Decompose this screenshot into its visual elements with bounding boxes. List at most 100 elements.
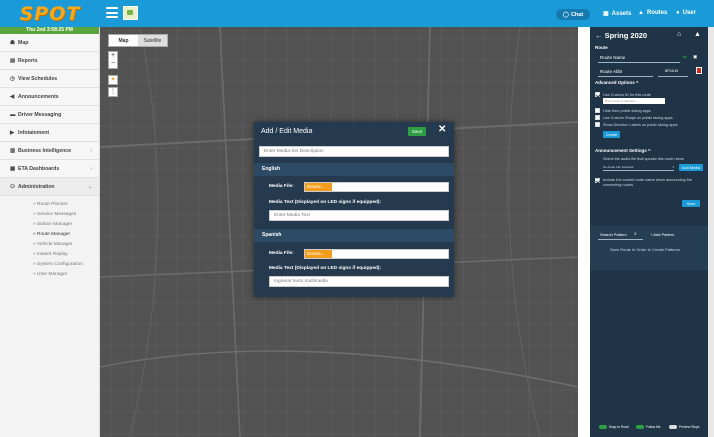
- route-color-value[interactable]: 8F2A10: [665, 69, 678, 73]
- include-route-name-label: Include the current route name when anno…: [603, 178, 692, 187]
- bus-icon: ▣: [603, 11, 609, 17]
- panel-title[interactable]: ← Spring 2020: [595, 31, 647, 40]
- sidebar-item-infotainment[interactable]: ▶ Infotainment: [0, 124, 99, 142]
- megaphone-icon: ◀: [10, 93, 15, 100]
- direction-labels-label: Show Direction Labels on public facing a…: [603, 123, 678, 127]
- english-media-file-input[interactable]: Browse...: [304, 182, 449, 192]
- traffic-layer-icon[interactable]: ✦: [108, 75, 118, 85]
- routes-link[interactable]: ▲ Routes: [638, 10, 667, 16]
- announcement-settings-heading[interactable]: Announcement Settings ^: [595, 148, 651, 153]
- preview-stops-toggle[interactable]: [669, 425, 677, 429]
- video-icon: ▶: [10, 129, 15, 136]
- nav-label: Announcements: [18, 93, 59, 100]
- map-type-tabs: Map Satellite: [108, 34, 168, 47]
- spanish-media-file-label: Media File:: [269, 251, 294, 256]
- include-route-name-checkbox[interactable]: [595, 178, 600, 183]
- spanish-media-file-input[interactable]: Browse...: [304, 249, 449, 259]
- close-icon[interactable]: ✕: [438, 124, 446, 135]
- user-icon: ●: [676, 10, 680, 16]
- route-abbr-input[interactable]: Route Abbr: [600, 69, 623, 74]
- advanced-options-heading[interactable]: Advanced Options ^: [595, 80, 639, 85]
- zoom-out-icon[interactable]: −: [109, 60, 117, 68]
- submenu-vehicle-manager[interactable]: » Vehicle Manager: [0, 240, 99, 250]
- assets-link[interactable]: ▣ Assets: [603, 10, 632, 18]
- chat-button[interactable]: ◯ Chat: [556, 9, 590, 20]
- nav-label: Map: [18, 39, 29, 46]
- route-add-icon[interactable]: ⇄: [683, 54, 687, 60]
- english-browse-button[interactable]: Browse...: [305, 183, 332, 191]
- route-color-swatch[interactable]: [696, 67, 702, 74]
- create-button[interactable]: Create: [603, 131, 620, 138]
- snap-to-road-toggle[interactable]: [599, 425, 607, 429]
- submenu-station-manager[interactable]: » Station Manager: [0, 220, 99, 230]
- sidebar-item-map[interactable]: ☗ Map: [0, 34, 99, 52]
- submenu-route-planner[interactable]: » Route Planner: [0, 200, 99, 210]
- route-name-input[interactable]: Route Name: [600, 55, 625, 60]
- route-abbr-underline: [598, 76, 653, 77]
- submenu-service-messages[interactable]: » Service Messages: [0, 210, 99, 220]
- route-heading: Route: [595, 45, 608, 50]
- tab-satellite[interactable]: Satellite: [138, 35, 167, 46]
- chevron-down-icon: ▾: [672, 165, 674, 169]
- custom-id-checkbox[interactable]: [595, 92, 600, 97]
- search-pattern-underline: [598, 239, 643, 240]
- nav-label: Reports: [18, 57, 38, 64]
- nav-label: Infotainment: [18, 129, 50, 136]
- logo-text: SPOT: [19, 2, 81, 25]
- custom-shape-checkbox[interactable]: [595, 115, 600, 120]
- direction-labels-checkbox[interactable]: [595, 122, 600, 127]
- submenu-instant-replay[interactable]: » Instant Replay: [0, 250, 99, 260]
- sidebar-item-reports[interactable]: ▤ Reports: [0, 52, 99, 70]
- panel-scrollbar[interactable]: [708, 27, 714, 437]
- media-set-description-input[interactable]: Enter Media Set Description: [259, 146, 449, 157]
- chat-label: Chat: [570, 11, 584, 18]
- route-color-underline: [658, 76, 688, 77]
- add-media-button[interactable]: Add Media: [679, 164, 703, 171]
- snap-to-road-label: Snap to Road: [609, 425, 629, 429]
- search-icon[interactable]: ⌕: [634, 231, 637, 237]
- english-media-text-input[interactable]: Enter Media Text: [269, 210, 449, 221]
- sidebar-item-eta-dashboards[interactable]: ▦ ETA Dashboards ›: [0, 160, 99, 178]
- sidebar-item-announcements[interactable]: ◀ Announcements: [0, 88, 99, 106]
- english-section-heading: English: [254, 163, 454, 176]
- spanish-browse-button[interactable]: Browse...: [305, 250, 332, 258]
- audio-file-select[interactable]: No Audio File Selected ▾: [603, 163, 674, 171]
- hide-public-checkbox[interactable]: [595, 108, 600, 113]
- map-icon: ☗: [10, 39, 15, 46]
- custom-id-input[interactable]: Enter Custom Identifier: [603, 98, 665, 104]
- search-pattern-input[interactable]: Search Pattern: [600, 232, 627, 237]
- save-route-hint: Save Route in Order to Create Patterns: [610, 247, 681, 252]
- follow-me-toggle[interactable]: [636, 425, 644, 429]
- sidebar-item-administration[interactable]: ⚇ Administration ⌄: [0, 178, 99, 196]
- nav-label: Business Intelligence: [18, 147, 72, 154]
- user-link[interactable]: ● User: [676, 10, 696, 16]
- map-thumbnail-icon[interactable]: [123, 6, 138, 20]
- sidebar-item-view-schedules[interactable]: ◷ View Schedules: [0, 70, 99, 88]
- dashboard-icon: ▦: [10, 165, 16, 172]
- route-name-underline: [598, 62, 680, 63]
- administration-submenu: » Route Planner » Service Messages » Sta…: [0, 196, 99, 280]
- submenu-user-manager[interactable]: » User Manager: [0, 270, 99, 280]
- add-pattern-button[interactable]: + Add Pattern: [650, 232, 674, 237]
- hamburger-menu-icon[interactable]: [106, 7, 118, 18]
- sidebar-item-business-intelligence[interactable]: ▥ Business Intelligence ›: [0, 142, 99, 160]
- spanish-media-text-label: Media Text (Displayed on LED signs if eq…: [269, 266, 382, 271]
- spanish-media-text-input[interactable]: Ingresar texto multimedia: [269, 276, 449, 287]
- layers-icon[interactable]: ⋮: [108, 87, 118, 97]
- panel-save-button[interactable]: Save: [682, 200, 700, 207]
- zoom-in-icon[interactable]: +: [109, 52, 117, 60]
- nav-label: Driver Messaging: [18, 111, 62, 118]
- users-icon: ⚇: [10, 183, 15, 190]
- dialog-save-button[interactable]: Save: [408, 127, 426, 136]
- nav-label: Administration: [18, 183, 55, 190]
- datetime-bar: Thu 2nd 3:58:25 PM: [0, 27, 99, 34]
- tab-map[interactable]: Map: [109, 35, 138, 46]
- assets-label: Assets: [611, 10, 632, 17]
- submenu-route-manager[interactable]: » Route Manager: [0, 230, 99, 240]
- sidebar-item-driver-messaging[interactable]: ▬ Driver Messaging: [0, 106, 99, 124]
- zoom-control[interactable]: + −: [108, 51, 118, 69]
- spot-logo[interactable]: SPOT: [0, 0, 100, 27]
- chevron-up-icon[interactable]: ▲: [694, 31, 701, 38]
- submenu-system-configuration[interactable]: » System Configuration: [0, 260, 99, 270]
- home-icon[interactable]: ⌂: [677, 31, 681, 38]
